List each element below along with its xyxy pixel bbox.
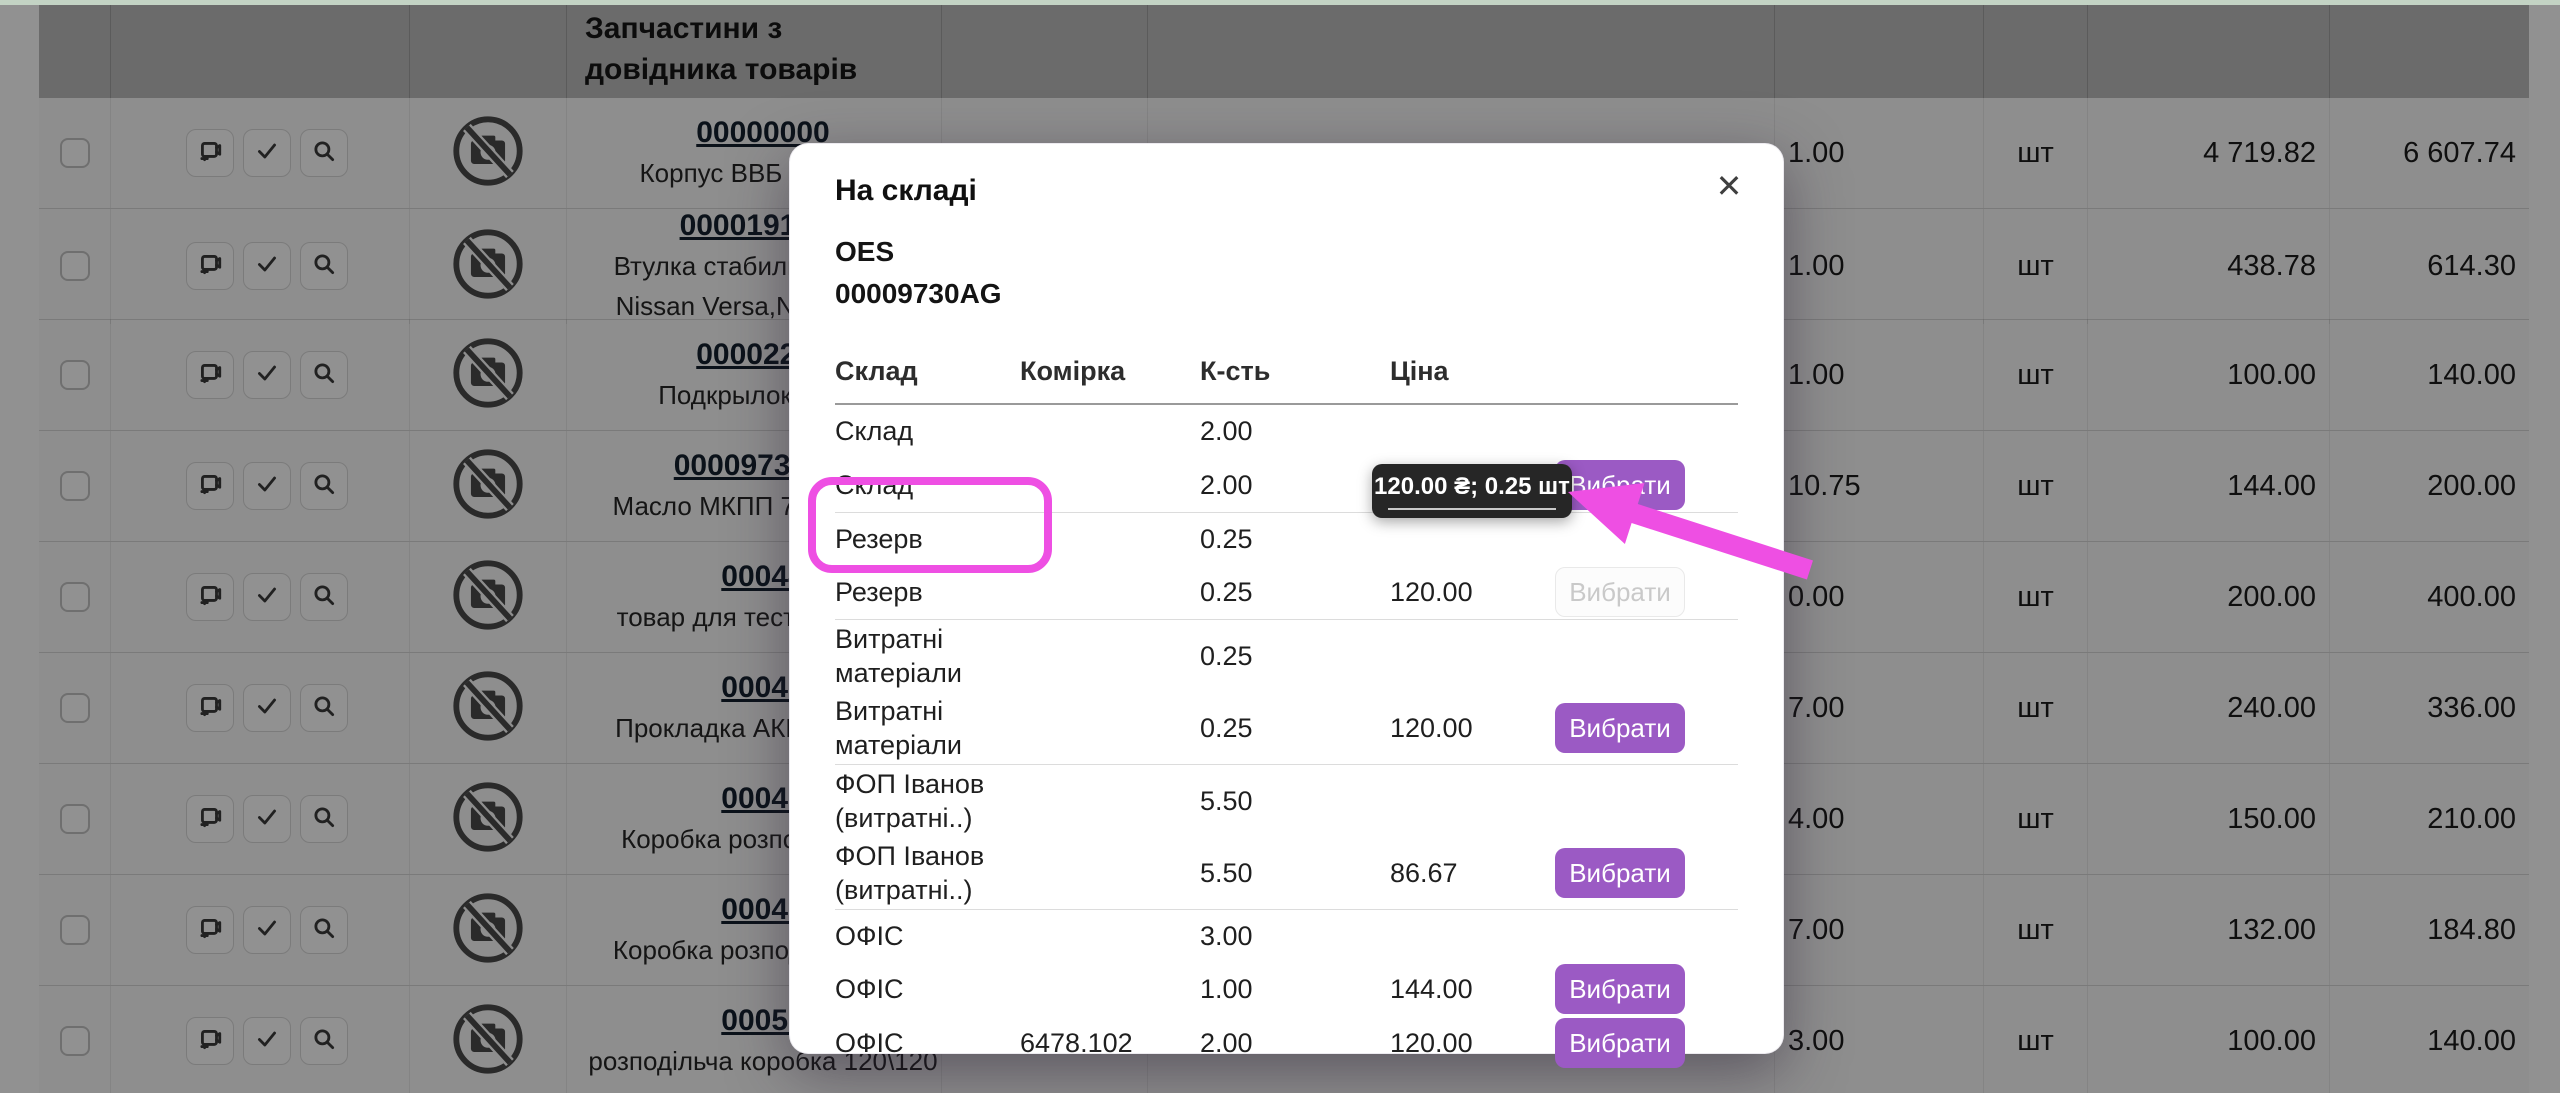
- close-icon[interactable]: ✕: [1709, 166, 1749, 206]
- warehouse-name: ФОП Іванов (витратні..): [835, 767, 1020, 835]
- col-warehouse-label: Склад: [835, 356, 1020, 387]
- warehouse-name: ОФІС: [835, 919, 1020, 953]
- warehouse-name: ОФІС: [835, 1026, 1020, 1060]
- stock-qty: 0.25: [1200, 639, 1390, 673]
- stock-price: 120.00: [1390, 575, 1555, 609]
- stock-qty: 0.25: [1200, 575, 1390, 609]
- select-button[interactable]: Вибрати: [1555, 1018, 1685, 1068]
- select-button[interactable]: Вибрати: [1555, 848, 1685, 898]
- stock-qty: 5.50: [1200, 856, 1390, 890]
- modal-title: На складі: [835, 174, 1738, 208]
- select-button-disabled[interactable]: Вибрати: [1555, 567, 1685, 617]
- stock-row: Резерв 0.25 120.00 Вибрати: [835, 565, 1738, 619]
- stock-row: ОФІС 6478.102 2.00 120.00 Вибрати: [835, 1016, 1738, 1070]
- col-cell-label: Комірка: [1020, 356, 1200, 387]
- warehouse-name: ОФІС: [835, 972, 1020, 1006]
- stock-qty: 0.25: [1200, 522, 1390, 556]
- stock-row: ОФІС 3.00: [835, 909, 1738, 962]
- stock-price: 120.00: [1390, 1026, 1555, 1060]
- stock-modal: ✕ На складі OES 00009730AG Склад Комірка…: [790, 144, 1783, 1053]
- stock-tooltip: 120.00 ₴; 0.25 шт: [1372, 464, 1572, 518]
- stock-qty: 3.00: [1200, 919, 1390, 953]
- stock-row: ФОП Іванов (витратні..) 5.50 86.67 Вибра…: [835, 837, 1738, 909]
- annotation-highlight-box: [808, 477, 1052, 573]
- select-button[interactable]: Вибрати: [1555, 964, 1685, 1014]
- warehouse-name: Склад: [835, 414, 1020, 448]
- product-code: 00009730AG: [835, 278, 1738, 310]
- stock-row: ОФІС 1.00 144.00 Вибрати: [835, 962, 1738, 1016]
- select-button[interactable]: Вибрати: [1555, 460, 1685, 510]
- stock-qty: 0.25: [1200, 711, 1390, 745]
- page: Запчастини з довідника товарів 00000000 …: [0, 0, 2560, 1093]
- warehouse-name: ФОП Іванов (витратні..): [835, 839, 1020, 907]
- stock-row: Склад 2.00: [835, 405, 1738, 458]
- top-edge-strip: [0, 0, 2560, 5]
- product-brand: OES: [835, 236, 1738, 268]
- select-button[interactable]: Вибрати: [1555, 703, 1685, 753]
- stock-qty: 2.00: [1200, 1026, 1390, 1060]
- stock-price: 86.67: [1390, 856, 1555, 890]
- stock-row: Витратні матеріали 0.25: [835, 619, 1738, 692]
- stock-qty: 1.00: [1200, 972, 1390, 1006]
- stock-price: 144.00: [1390, 972, 1555, 1006]
- col-price-label: Ціна: [1390, 356, 1555, 387]
- stock-row: Витратні матеріали 0.25 120.00 Вибрати: [835, 692, 1738, 764]
- cell-location: 6478.102: [1020, 1026, 1200, 1060]
- warehouse-name: Резерв: [835, 575, 1020, 609]
- stock-table-header: Склад Комірка К-сть Ціна: [835, 356, 1738, 405]
- warehouse-name: Витратні матеріали: [835, 694, 1020, 762]
- stock-qty: 2.00: [1200, 468, 1390, 502]
- stock-qty: 2.00: [1200, 414, 1390, 448]
- stock-row: ФОП Іванов (витратні..) 5.50: [835, 764, 1738, 837]
- stock-price: 120.00: [1390, 711, 1555, 745]
- stock-qty: 5.50: [1200, 784, 1390, 818]
- col-qty-label: К-сть: [1200, 356, 1390, 387]
- warehouse-name: Витратні матеріали: [835, 622, 1020, 690]
